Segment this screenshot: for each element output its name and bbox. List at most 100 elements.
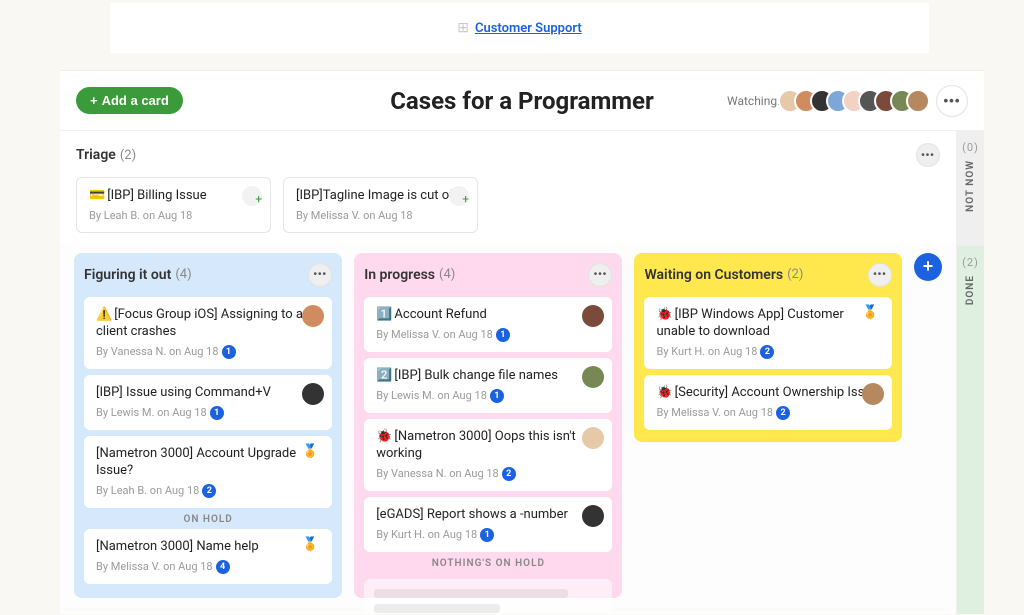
triage-card[interactable]: 💳[IBP] Billing Issue By Leah B. on Aug 1… [76, 177, 271, 233]
comment-badge: 1 [480, 528, 494, 542]
card-title: [Nametron 3000] Name help [96, 539, 259, 554]
right-rail: (0) NOT NOW (2) DONE [956, 131, 984, 614]
comment-badge: 2 [776, 406, 790, 420]
plus-icon: + [90, 93, 98, 108]
triage-count: (2) [120, 148, 136, 163]
comment-badge: 1 [222, 345, 236, 359]
pipeline-title: Waiting on Customers [644, 267, 783, 283]
pipeline-card[interactable]: 🐞[Security] Account Ownership Issue By M… [644, 375, 892, 430]
pipeline-card[interactable]: [eGADS] Report shows a -number By Kurt H… [364, 497, 612, 552]
card-meta: By Leah B. on Aug 18 [89, 209, 258, 222]
pipeline-more-button[interactable]: ••• [588, 263, 612, 287]
card-title: [IBP Windows App] Customer unable to dow… [656, 307, 843, 339]
triage-title: Triage [76, 147, 116, 163]
priority-two-icon: 2️⃣ [376, 368, 392, 383]
comment-badge: 1 [210, 406, 224, 420]
medal-icon: 🏅 [302, 537, 324, 559]
pipeline-title: Figuring it out [84, 267, 171, 283]
card-title: [Focus Group iOS] Assigning to a client … [96, 307, 303, 339]
pipeline-card[interactable]: 🐞[Nametron 3000] Oops this isn't working… [364, 419, 612, 491]
bug-icon: 🐞 [656, 385, 672, 400]
assignee-avatar[interactable] [582, 366, 604, 388]
warning-icon: ⚠️ [96, 307, 112, 322]
on-hold-divider: ON HOLD [84, 508, 332, 529]
card-meta: By Kurt H. on Aug 18 [376, 528, 477, 541]
assignee-avatar[interactable] [582, 427, 604, 449]
card-meta: By Melissa V. on Aug 18 [656, 406, 773, 419]
board-more-button[interactable]: ••• [936, 85, 968, 117]
card-title: [IBP] Bulk change file names [394, 368, 558, 383]
add-pipeline-button[interactable]: + [914, 253, 942, 281]
rail-done[interactable]: (2) DONE [957, 246, 984, 614]
assign-plus-icon[interactable]: + [242, 186, 262, 206]
medal-icon: 🏅 [862, 305, 884, 327]
pipeline-card[interactable]: ⚠️[Focus Group iOS] Assigning to a clien… [84, 297, 332, 369]
pipeline-card[interactable]: 2️⃣[IBP] Bulk change file names By Lewis… [364, 358, 612, 413]
pipeline-card[interactable]: [Nametron 3000] Account Upgrade Issue? B… [84, 436, 332, 508]
nothing-on-hold-divider: NOTHING'S ON HOLD [364, 552, 612, 573]
pipeline-card[interactable]: [IBP] Issue using Command+V By Lewis M. … [84, 375, 332, 430]
card-title: [Security] Account Ownership Issue [675, 385, 879, 400]
card-meta: By Melissa V. on Aug 18 [96, 560, 213, 573]
pipeline-count: (4) [175, 267, 191, 282]
parent-project-link[interactable]: Customer Support [475, 21, 582, 36]
pipeline-waiting-on-customers: Waiting on Customers (2) ••• 🐞[IBP Windo… [634, 253, 902, 442]
pipeline-card[interactable]: 🐞[IBP Windows App] Customer unable to do… [644, 297, 892, 369]
rail-notnow-count: (0) [962, 141, 979, 154]
comment-badge: 1 [496, 328, 510, 342]
rail-done-count: (2) [962, 256, 979, 269]
pipeline-card[interactable]: [Nametron 3000] Name help By Melissa V. … [84, 529, 332, 584]
pipeline-title: In progress [364, 267, 435, 283]
credit-card-icon: 💳 [89, 188, 105, 203]
card-title: [Nametron 3000] Oops this isn't working [376, 429, 576, 461]
card-meta: By Vanessa N. on Aug 18 [96, 345, 219, 358]
assignee-avatar[interactable] [582, 505, 604, 527]
card-meta: By Lewis M. on Aug 18 [376, 389, 487, 402]
card-meta: By Vanessa N. on Aug 18 [376, 467, 499, 480]
board-title: Cases for a Programmer [390, 87, 654, 115]
medal-icon: 🏅 [302, 444, 324, 466]
grid-icon: ⊞ [457, 20, 469, 36]
priority-one-icon: 1️⃣ [376, 307, 392, 322]
watchers: Watching: ••• [727, 85, 968, 117]
rail-not-now[interactable]: (0) NOT NOW [957, 131, 984, 246]
comment-badge: 2 [202, 484, 216, 498]
triage-more-button[interactable]: ••• [916, 143, 940, 167]
board-body: Triage (2) ••• 💳[IBP] Billing Issue By L… [60, 131, 984, 614]
pipeline-count: (2) [787, 267, 803, 282]
comment-badge: 4 [216, 560, 230, 574]
assignee-avatar[interactable] [582, 305, 604, 327]
bug-icon: 🐞 [376, 429, 392, 444]
rail-done-label: DONE [965, 275, 976, 305]
avatar[interactable] [906, 89, 930, 113]
board-header: + Add a card Cases for a Programmer Watc… [60, 71, 984, 131]
assignee-avatar[interactable] [302, 383, 324, 405]
pipeline-figuring-it-out: Figuring it out (4) ••• ⚠️[Focus Group i… [74, 253, 342, 598]
comment-badge: 2 [760, 345, 774, 359]
card-title: [IBP]Tagline Image is cut off [296, 188, 458, 203]
watcher-avatars[interactable] [786, 89, 930, 113]
card-meta: By Melissa V. on Aug 18 [296, 209, 465, 222]
add-card-button[interactable]: + Add a card [76, 87, 183, 114]
comment-badge: 2 [502, 467, 516, 481]
assign-plus-icon[interactable]: + [449, 186, 469, 206]
card-title: [Nametron 3000] Account Upgrade Issue? [96, 446, 296, 478]
comment-badge: 1 [490, 389, 504, 403]
card-title: [IBP] Issue using Command+V [96, 385, 271, 400]
card-meta: By Leah B. on Aug 18 [96, 484, 199, 497]
pipeline-in-progress: In progress (4) ••• 1️⃣Account Refund By… [354, 253, 622, 598]
assignee-avatar[interactable] [302, 305, 324, 327]
pipelines: Figuring it out (4) ••• ⚠️[Focus Group i… [60, 243, 956, 614]
add-pipeline-wrap: + [914, 253, 942, 598]
assignee-avatar[interactable] [862, 383, 884, 405]
card-meta: By Lewis M. on Aug 18 [96, 406, 207, 419]
watching-label: Watching: [727, 94, 780, 108]
card-meta: By Melissa V. on Aug 18 [376, 328, 493, 341]
triage-card[interactable]: [IBP]Tagline Image is cut off By Melissa… [283, 177, 478, 233]
parent-project-tab[interactable]: ⊞ Customer Support [110, 3, 929, 53]
pipeline-more-button[interactable]: ••• [308, 263, 332, 287]
pipeline-card[interactable]: 1️⃣Account Refund By Melissa V. on Aug 1… [364, 297, 612, 352]
pipeline-more-button[interactable]: ••• [868, 263, 892, 287]
board: + Add a card Cases for a Programmer Watc… [60, 70, 984, 614]
rail-notnow-label: NOT NOW [965, 160, 976, 212]
